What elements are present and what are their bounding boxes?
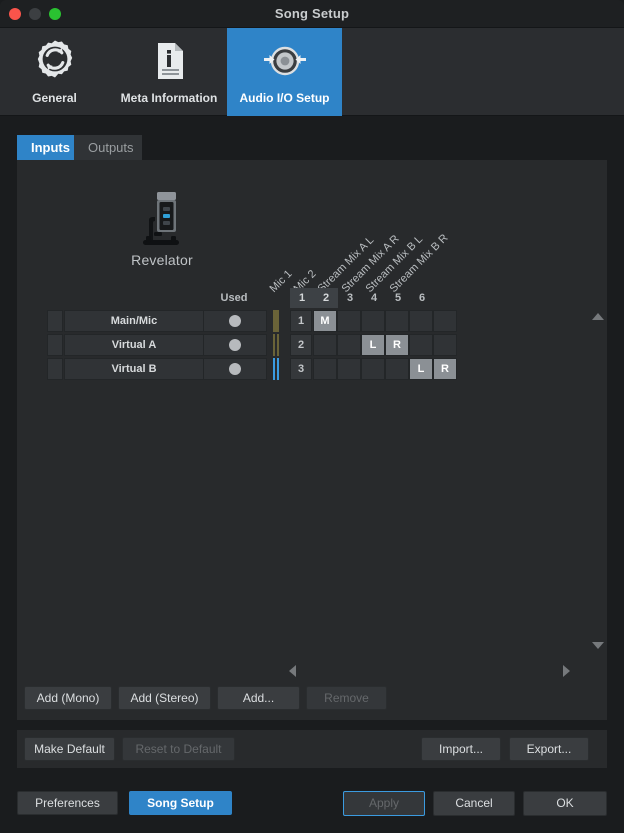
routing-cell-r3c1[interactable] (313, 358, 337, 380)
row-level-meter (269, 334, 289, 356)
routing-cell-r1c5[interactable] (409, 310, 433, 332)
row-used-toggle[interactable] (203, 358, 267, 380)
add-mono-button[interactable]: Add (Mono) (24, 686, 112, 710)
routing-cell-r1c4[interactable] (385, 310, 409, 332)
routing-cell-r2c2[interactable] (337, 334, 361, 356)
export-button[interactable]: Export... (509, 737, 589, 761)
document-info-icon (145, 37, 193, 85)
preset-action-bar: Make Default Reset to Default Import... … (17, 730, 607, 768)
channel-label-row: Mic 1 Mic 2 Stream Mix A L Stream Mix A … (268, 215, 502, 295)
channel-header-3[interactable]: 3 (338, 288, 362, 308)
routing-cell-r2c5[interactable] (409, 334, 433, 356)
meter-segment (273, 334, 275, 356)
scroll-left-arrow[interactable] (289, 665, 296, 677)
row-number: 2 (290, 334, 312, 356)
channel-header-6[interactable]: 6 (410, 288, 434, 308)
row-name-virtual-a[interactable]: Virtual A (64, 334, 204, 356)
channel-header-4[interactable]: 4 (362, 288, 386, 308)
routing-cell-r1c3[interactable] (361, 310, 385, 332)
used-indicator-dot (229, 339, 241, 351)
scroll-right-arrow[interactable] (563, 665, 570, 677)
routing-cell-r3c5[interactable]: L (409, 358, 433, 380)
toolbar-item-audio-io-setup[interactable]: Audio I/O Setup (227, 28, 342, 116)
tab-outputs[interactable]: Outputs (74, 135, 142, 160)
meter-segment (273, 310, 279, 332)
settings-toolbar: General Meta Information Audio I/O Setup (0, 28, 624, 116)
channel-header-1[interactable]: 1 (290, 288, 314, 308)
channel-header-5[interactable]: 5 (386, 288, 410, 308)
device-name-label: Revelator (131, 252, 193, 268)
make-default-button[interactable]: Make Default (24, 737, 115, 761)
used-indicator-dot (229, 315, 241, 327)
import-button[interactable]: Import... (421, 737, 501, 761)
channel-action-bar: Add (Mono) Add (Stereo) Add... Remove (17, 686, 607, 718)
preferences-button[interactable]: Preferences (17, 791, 118, 815)
scroll-up-arrow[interactable] (592, 313, 604, 320)
routing-cell-r3c6[interactable]: R (433, 358, 457, 380)
toolbar-item-meta-information[interactable]: Meta Information (105, 28, 233, 116)
used-column-header: Used (220, 292, 248, 304)
input-routing-panel: Revelator Mic 1 Mic 2 Stream Mix A L Str… (17, 160, 607, 720)
gear-refresh-icon (31, 37, 79, 85)
row-name-main-mic[interactable]: Main/Mic (64, 310, 204, 332)
scroll-down-arrow[interactable] (592, 642, 604, 649)
row-handle[interactable] (47, 310, 63, 332)
audio-io-icon (261, 37, 309, 85)
routing-cell-r2c3[interactable]: L (361, 334, 385, 356)
row-level-meter (269, 358, 289, 380)
row-number: 1 (290, 310, 312, 332)
dialog-footer: Preferences Song Setup Apply Cancel OK (0, 780, 624, 833)
routing-cell-r1c2[interactable] (337, 310, 361, 332)
routing-cell-r3c4[interactable] (385, 358, 409, 380)
tab-inputs[interactable]: Inputs (17, 135, 74, 160)
song-setup-button[interactable]: Song Setup (129, 791, 232, 815)
row-name-virtual-b[interactable]: Virtual B (64, 358, 204, 380)
ok-button[interactable]: OK (523, 791, 607, 816)
row-handle[interactable] (47, 358, 63, 380)
toolbar-item-general-label: General (32, 91, 77, 105)
row-level-meter (269, 310, 289, 332)
routing-cell-r2c4[interactable]: R (385, 334, 409, 356)
meter-segment (277, 358, 279, 380)
io-tab-strip: Inputs Outputs (17, 135, 607, 160)
toolbar-item-audio-io-setup-label: Audio I/O Setup (239, 91, 330, 105)
cancel-button[interactable]: Cancel (433, 791, 515, 816)
row-handle[interactable] (47, 334, 63, 356)
row-used-toggle[interactable] (203, 334, 267, 356)
usb-microphone-icon (137, 190, 187, 256)
routing-cell-r3c2[interactable] (337, 358, 361, 380)
routing-cell-r1c1[interactable]: M (313, 310, 337, 332)
meter-segment (277, 334, 279, 356)
meter-segment (273, 358, 275, 380)
toolbar-item-general[interactable]: General (17, 28, 92, 116)
row-used-toggle[interactable] (203, 310, 267, 332)
toolbar-item-meta-information-label: Meta Information (120, 91, 218, 105)
used-indicator-dot (229, 363, 241, 375)
add-stereo-button[interactable]: Add (Stereo) (118, 686, 211, 710)
apply-button[interactable]: Apply (343, 791, 425, 816)
routing-cell-r1c6[interactable] (433, 310, 457, 332)
routing-cell-r3c3[interactable] (361, 358, 385, 380)
add-button[interactable]: Add... (217, 686, 300, 710)
reset-to-default-button[interactable]: Reset to Default (122, 737, 235, 761)
routing-cell-r2c1[interactable] (313, 334, 337, 356)
window-title: Song Setup (274, 6, 350, 21)
routing-cell-r2c6[interactable] (433, 334, 457, 356)
window-titlebar: Song Setup (0, 0, 624, 28)
channel-header-2[interactable]: 2 (314, 288, 338, 308)
row-number: 3 (290, 358, 312, 380)
tab-outputs-label: Outputs (88, 140, 134, 155)
tab-inputs-label: Inputs (31, 140, 70, 155)
remove-button[interactable]: Remove (306, 686, 387, 710)
